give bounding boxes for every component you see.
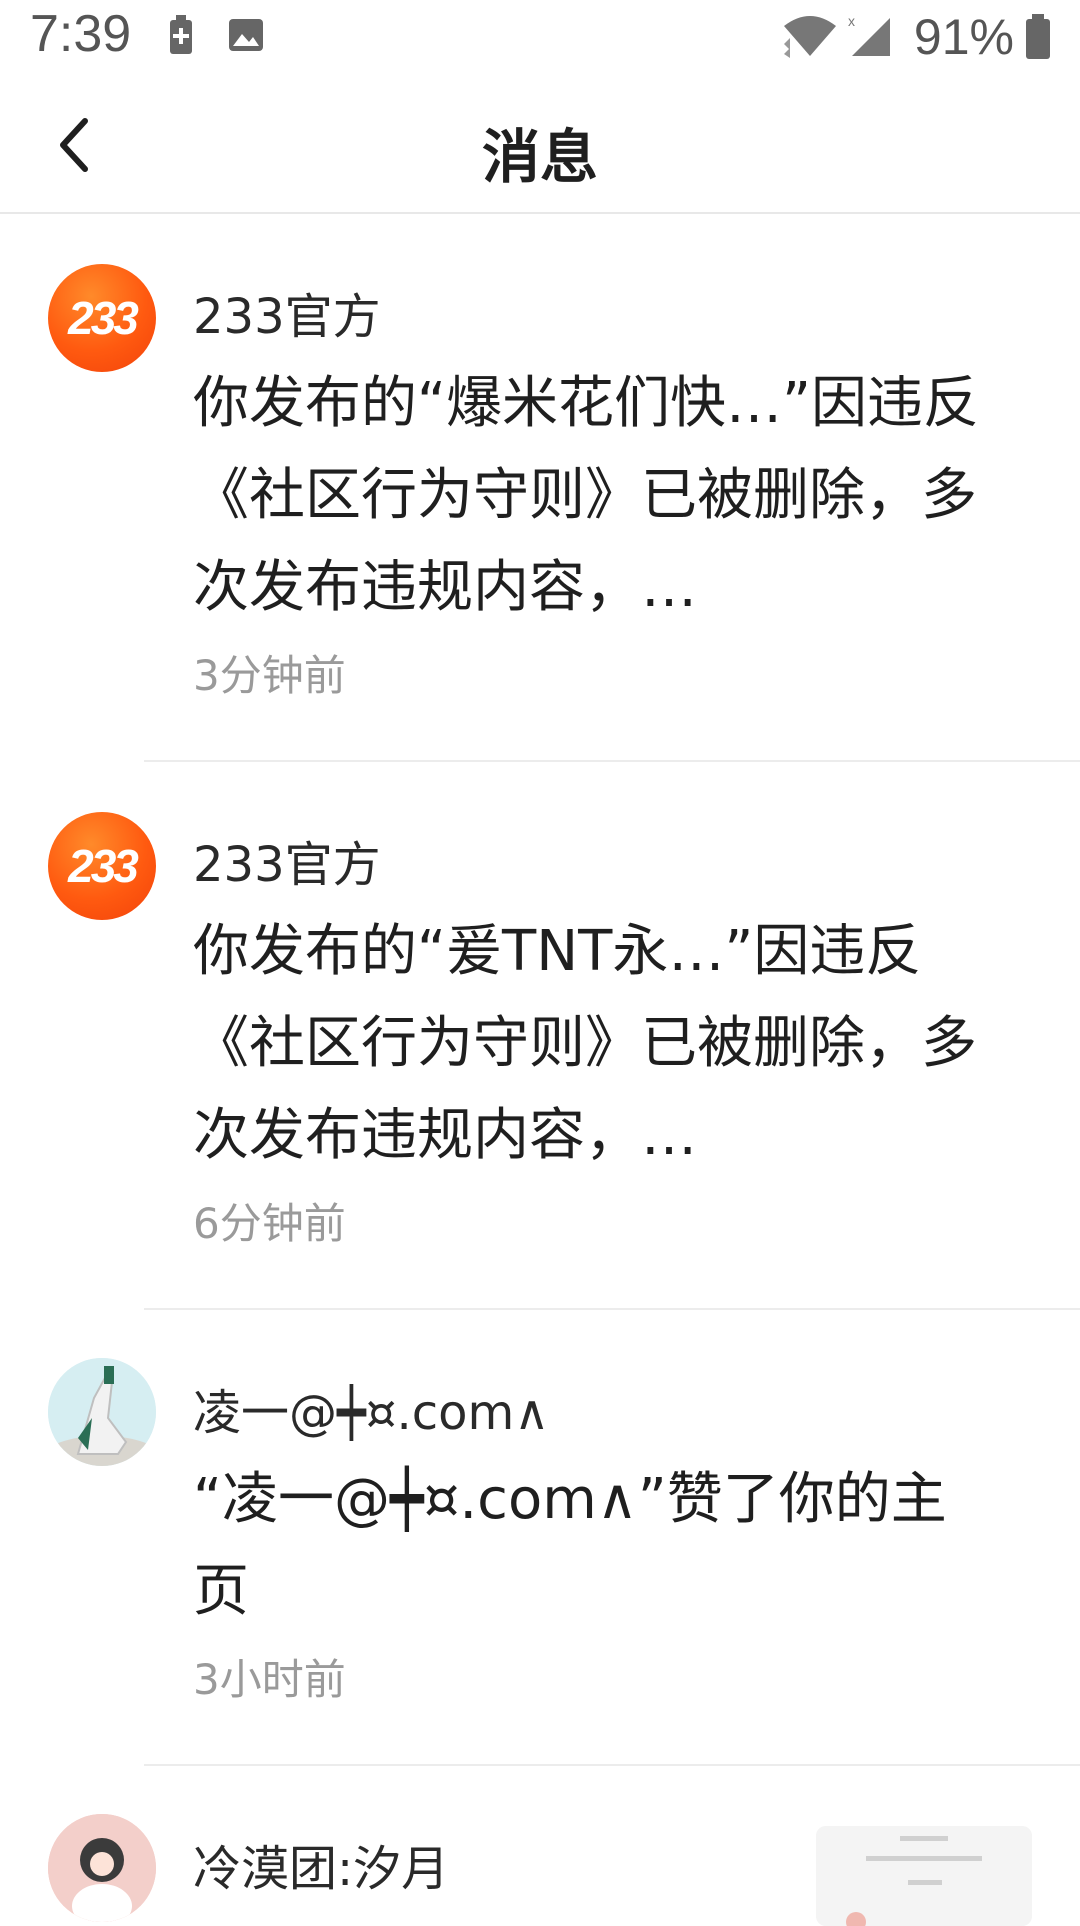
message-time: 3分钟前	[193, 651, 346, 700]
message-item[interactable]: 凌一@┿¤.com∧ “凌一@┿¤.com∧”赞了你的主页 3小时前	[0, 1310, 1080, 1766]
message-text: 你发布的“爆米花们快…”因违反《社区行为守则》已被删除，多次发布违规内容，…	[193, 371, 980, 620]
message-text: “凌一@┿¤.com∧”赞了你的主页	[193, 1467, 947, 1624]
message-list[interactable]: 233 233官方 你发布的“爆米花们快…”因违反《社区行为守则》已被删除，多次…	[0, 214, 1080, 1926]
message-item[interactable]: 233 233官方 你发布的“爆米花们快…”因违反《社区行为守则》已被删除，多次…	[0, 214, 1080, 762]
signal-icon: x	[846, 12, 896, 62]
message-thumbnail[interactable]	[816, 1826, 1032, 1926]
message-time: 6分钟前	[193, 1199, 346, 1248]
status-bar: 7:39 x 91%	[0, 0, 1080, 80]
message-time: 3小时前	[193, 1655, 346, 1704]
avatar[interactable]	[48, 1358, 156, 1466]
avatar[interactable]: 233	[48, 812, 156, 920]
message-item[interactable]: 233 233官方 你发布的“爰TNT永…”因违反《社区行为守则》已被删除，多次…	[0, 762, 1080, 1310]
battery-saver-icon	[166, 14, 196, 60]
page-title: 消息	[481, 123, 598, 191]
avatar-logo-text: 233	[68, 292, 139, 344]
avatar[interactable]: 233	[48, 264, 156, 372]
battery-percent: 91%	[913, 9, 1014, 65]
sender-name: 凌一@┿¤.com∧	[193, 1385, 550, 1441]
status-time: 7:39	[30, 5, 132, 63]
user-avatar-image	[48, 1358, 156, 1466]
message-body: 233官方 你发布的“爰TNT永…”因违反《社区行为守则》已被删除，多次发布违规…	[193, 836, 980, 1251]
user-avatar-image	[48, 1814, 156, 1922]
avatar[interactable]	[48, 1814, 156, 1922]
avatar-logo-text: 233	[68, 840, 139, 892]
message-body: 233官方 你发布的“爆米花们快…”因违反《社区行为守则》已被删除，多次发布违规…	[193, 288, 980, 703]
message-item[interactable]: 冷漠团:汐月	[0, 1766, 1080, 1926]
sender-name: 233官方	[193, 837, 381, 893]
wifi-icon	[782, 14, 838, 62]
svg-text:x: x	[848, 13, 855, 29]
battery-icon	[1024, 14, 1052, 64]
message-body: 凌一@┿¤.com∧ “凌一@┿¤.com∧”赞了你的主页 3小时前	[193, 1384, 980, 1707]
header-bar: 消息	[0, 80, 1080, 214]
sender-name: 233官方	[193, 289, 381, 345]
message-text: 你发布的“爰TNT永…”因违反《社区行为守则》已被删除，多次发布违规内容，…	[193, 919, 977, 1168]
image-icon	[228, 18, 264, 56]
